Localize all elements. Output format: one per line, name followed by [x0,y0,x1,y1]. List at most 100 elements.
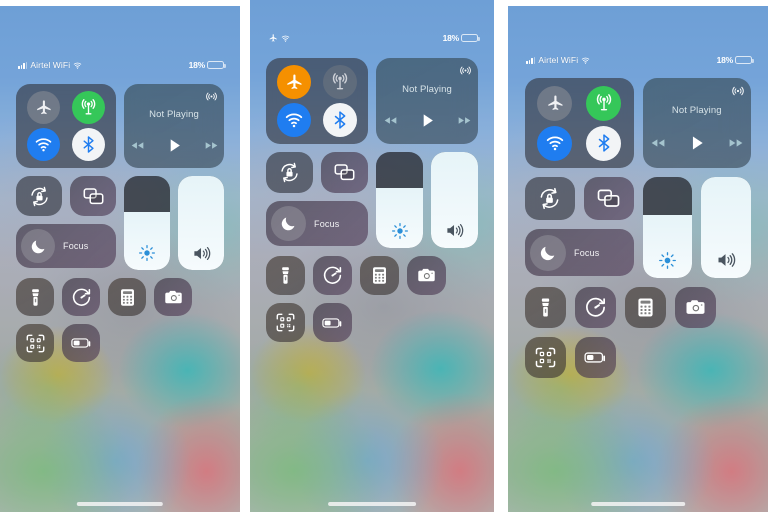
connectivity-module [16,84,116,168]
now-playing-module[interactable]: Not Playing [642,78,751,168]
focus-button[interactable]: Focus [16,224,116,268]
toggle-airplane[interactable] [277,65,311,99]
tile-low-power-mode[interactable] [575,337,616,378]
cc-row-top: Not Playing [16,84,224,168]
fast-forward-icon[interactable] [457,116,472,125]
volume-slider[interactable] [431,152,478,248]
battery-low-icon [735,55,754,65]
rewind-icon[interactable] [130,141,145,150]
airplay-audio-icon[interactable] [205,90,218,103]
bluetooth-icon [79,135,98,154]
play-icon[interactable] [166,137,183,154]
play-icon[interactable] [688,134,706,152]
brightness-sun-icon [124,236,170,270]
screen-mirroring-icon [333,161,356,184]
rotation-lock-button[interactable] [16,176,62,216]
tile-low-power-mode[interactable] [313,303,352,342]
screen-mirroring-button[interactable] [321,152,368,193]
home-indicator[interactable] [328,502,416,506]
cellular-antenna-icon [330,72,350,92]
brightness-sun-icon [643,242,693,278]
brightness-slider[interactable] [124,176,170,270]
rewind-icon[interactable] [650,138,666,148]
airplay-audio-icon[interactable] [731,84,745,98]
now-playing-title: Not Playing [149,109,199,120]
tile-timer[interactable] [575,287,616,328]
toggle-airplane[interactable] [537,85,573,121]
tile-timer[interactable] [62,278,100,316]
cellular-antenna-icon [79,98,98,117]
wifi-icon [284,110,304,130]
carrier-label: Airtel WiFi [538,55,579,65]
toggle-wifi[interactable] [27,128,60,161]
cc-row-tiles-1 [16,278,224,316]
now-playing-module[interactable]: Not Playing [124,84,224,168]
battery-low-icon [207,60,226,70]
airplay-audio-icon[interactable] [459,64,472,77]
carrier-label: Airtel WiFi [30,60,71,70]
toggle-airplane[interactable] [27,91,60,124]
rotation-lock-button[interactable] [525,177,575,220]
tile-flashlight[interactable] [16,278,54,316]
tile-camera[interactable] [675,287,716,328]
tile-calculator[interactable] [625,287,666,328]
tile-code-scanner[interactable] [16,324,54,362]
toggle-cellular[interactable] [323,65,357,99]
focus-label: Focus [574,247,600,258]
control-center: Not Playing Focus [250,58,494,342]
phone-screen-1: Airtel WiFi 18% Not Playing Focus [0,6,240,512]
tile-calculator[interactable] [360,256,399,295]
status-bar: Airtel WiFi 18% [508,53,768,67]
volume-slider[interactable] [178,176,224,270]
cc-row-tiles-2 [16,324,224,362]
tile-calculator[interactable] [108,278,146,316]
cc-row-middle: Focus [525,177,751,278]
tile-low-power-mode[interactable] [62,324,100,362]
toggle-cellular[interactable] [586,85,622,121]
toggle-bluetooth[interactable] [586,125,622,161]
tile-flashlight[interactable] [525,287,566,328]
rotation-lock-icon [537,186,562,211]
focus-button[interactable]: Focus [266,201,368,246]
tile-camera[interactable] [154,278,192,316]
home-indicator[interactable] [591,502,685,506]
tile-flashlight[interactable] [266,256,305,295]
camera-icon [684,296,707,319]
battery-low-power-icon [70,337,92,349]
brightness-sun-icon [376,213,423,248]
volume-slider[interactable] [701,177,751,278]
calculator-icon [369,265,390,286]
screen-mirroring-button[interactable] [70,176,116,216]
screen-mirroring-button[interactable] [583,177,634,220]
now-playing-title: Not Playing [671,105,722,116]
focus-button[interactable]: Focus [525,229,634,276]
connectivity-module [266,58,368,144]
tile-camera[interactable] [407,256,446,295]
camera-icon [416,265,437,286]
tile-timer[interactable] [313,256,352,295]
play-icon[interactable] [419,112,436,129]
toggle-cellular[interactable] [72,91,105,124]
brightness-slider[interactable] [376,152,423,248]
camera-icon [163,287,184,308]
toggle-bluetooth[interactable] [72,128,105,161]
cellular-bars-icon [18,61,28,69]
rotation-lock-button[interactable] [266,152,313,193]
toggle-wifi[interactable] [277,103,311,137]
flashlight-icon [275,265,296,286]
cc-row-top: Not Playing [525,78,751,168]
tile-code-scanner[interactable] [266,303,305,342]
fast-forward-icon[interactable] [728,138,744,148]
battery-low-power-icon [584,351,607,364]
now-playing-module[interactable]: Not Playing [376,58,478,144]
bluetooth-icon [594,133,614,153]
brightness-slider[interactable] [642,177,693,278]
airplane-icon [545,93,565,113]
battery-low-power-icon [322,317,343,329]
toggle-wifi[interactable] [537,125,573,161]
rewind-icon[interactable] [383,116,398,125]
home-indicator[interactable] [76,502,164,506]
tile-code-scanner[interactable] [525,337,566,378]
fast-forward-icon[interactable] [204,141,219,150]
toggle-bluetooth[interactable] [323,103,357,137]
